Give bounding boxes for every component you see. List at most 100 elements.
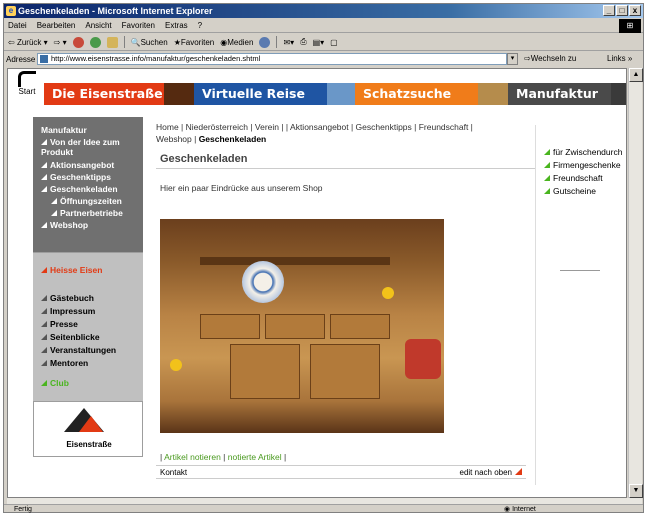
- breadcrumb[interactable]: Home | Niederösterreich | Verein | | Akt…: [156, 121, 476, 145]
- rc-fuer-zwischendurch[interactable]: für Zwischendurch: [544, 147, 622, 157]
- stop-icon[interactable]: [72, 36, 84, 48]
- nach-oben-link[interactable]: edit nach oben: [460, 466, 522, 479]
- banner-image-3: [478, 83, 508, 105]
- go-button[interactable]: ⇨Wechseln zu: [524, 54, 576, 63]
- discuss-icon[interactable]: ▢: [330, 38, 338, 47]
- cabinet-door-shape: [310, 344, 380, 399]
- minimize-button[interactable]: _: [603, 5, 615, 16]
- window-controls: _ □ x: [603, 5, 641, 16]
- edit-icon[interactable]: ▤▾: [313, 38, 325, 47]
- separator: |: [220, 452, 228, 462]
- start-logo[interactable]: Start: [10, 71, 44, 103]
- rc-label: Gutscheine: [553, 186, 596, 196]
- nav-label: Aktionsangebot: [50, 160, 115, 170]
- history-icon[interactable]: [259, 36, 271, 48]
- nav-gaestebuch[interactable]: Gästebuch: [41, 293, 94, 303]
- eisenstrasse-logo[interactable]: Eisenstraße: [33, 401, 143, 457]
- nav-mentoren[interactable]: Mentoren: [41, 358, 88, 368]
- nav-impressum[interactable]: Impressum: [41, 306, 95, 316]
- nav-label: Impressum: [50, 306, 96, 316]
- logo-text: Eisenstraße: [66, 440, 112, 449]
- mail-icon[interactable]: ✉▾: [283, 38, 294, 47]
- rc-freundschaft[interactable]: Freundschaft: [544, 173, 603, 183]
- vertical-scrollbar[interactable]: ▲ ▼: [628, 68, 643, 498]
- shelf-shape: [200, 257, 390, 265]
- nav-eisenstrasse[interactable]: Die Eisenstraße: [44, 83, 164, 105]
- rc-firmengeschenke[interactable]: Firmengeschenke: [544, 160, 621, 170]
- nav-von-der-idee[interactable]: Von der Idee zum Produkt: [41, 137, 139, 157]
- triangle-icon: [41, 334, 47, 340]
- triangle-icon: [41, 321, 47, 327]
- security-zone: ◉ Internet: [504, 506, 536, 513]
- search-button[interactable]: 🔍Suchen: [131, 38, 168, 47]
- nav-oeffnungszeiten[interactable]: Öffnungszeiten: [51, 196, 122, 206]
- nav-virtuelle-reise[interactable]: Virtuelle Reise: [194, 83, 327, 105]
- start-label: Start: [18, 87, 36, 96]
- club-label: Club: [50, 378, 69, 388]
- rc-gutscheine[interactable]: Gutscheine: [544, 186, 596, 196]
- artikel-notieren-link[interactable]: Artikel notieren: [164, 452, 221, 462]
- status-bar: Fertig ◉ Internet: [4, 504, 643, 513]
- address-dropdown-icon[interactable]: ▾: [507, 53, 518, 65]
- refresh-icon[interactable]: [89, 36, 101, 48]
- toolbar-separator: [276, 36, 278, 48]
- address-input[interactable]: http://www.eisenstrasse.info/manufaktur/…: [37, 53, 507, 65]
- triangle-icon: [41, 308, 47, 314]
- swirl-icon: [18, 71, 36, 87]
- menu-bearbeiten[interactable]: Bearbeiten: [37, 21, 76, 30]
- manufaktur-menu: Manufaktur Von der Idee zum Produkt Akti…: [33, 117, 143, 252]
- menu-extras[interactable]: Extras: [165, 21, 188, 30]
- plate-shape: [242, 261, 284, 303]
- triangle-icon: [41, 267, 47, 273]
- menu-datei[interactable]: Datei: [8, 21, 27, 30]
- close-button[interactable]: x: [629, 5, 641, 16]
- nav-label: Presse: [50, 319, 78, 329]
- nav-seitenblicke[interactable]: Seitenblicke: [41, 332, 100, 342]
- back-label: Zurück: [16, 37, 42, 47]
- nav-schatzsuche[interactable]: Schatzsuche: [355, 83, 478, 105]
- triangle-icon: [51, 210, 57, 216]
- nav-club[interactable]: Club: [41, 378, 69, 388]
- browser-window: e Geschenkeladen - Microsoft Internet Ex…: [3, 3, 644, 513]
- banner-image-1: [164, 83, 194, 105]
- separator: |: [281, 452, 287, 462]
- favorites-label: Favoriten: [180, 37, 215, 47]
- nav-presse[interactable]: Presse: [41, 319, 78, 329]
- forward-button[interactable]: ⇨ ▾: [54, 38, 67, 47]
- scroll-up-icon[interactable]: ▲: [629, 68, 643, 82]
- nav-label: Geschenktipps: [50, 172, 111, 182]
- menu-ansicht[interactable]: Ansicht: [85, 21, 111, 30]
- go-label: Wechseln zu: [530, 54, 577, 63]
- page-viewport: Start Die Eisenstraße Virtuelle Reise Sc…: [7, 68, 627, 498]
- triangle-icon: [41, 139, 47, 145]
- zone-label: Internet: [512, 506, 536, 513]
- home-icon[interactable]: [106, 36, 118, 48]
- maximize-button[interactable]: □: [616, 5, 628, 16]
- favorites-button[interactable]: ★Favoriten: [174, 38, 215, 47]
- search-label: Suchen: [140, 37, 168, 47]
- notierte-artikel-link[interactable]: notierte Artikel: [228, 452, 282, 462]
- menu-favoriten[interactable]: Favoriten: [122, 21, 155, 30]
- back-button[interactable]: ⇦ Zurück ▾: [8, 38, 48, 47]
- nav-label: Von der Idee zum Produkt: [41, 137, 120, 157]
- title-bar: e Geschenkeladen - Microsoft Internet Ex…: [4, 4, 643, 18]
- scroll-down-icon[interactable]: ▼: [629, 484, 643, 498]
- address-bar: Adresse http://www.eisenstrasse.info/man…: [4, 52, 643, 67]
- article-links: | Artikel notieren | notierte Artikel |: [160, 452, 286, 462]
- nav-geschenktipps[interactable]: Geschenktipps: [41, 172, 111, 182]
- nav-veranstaltungen[interactable]: Veranstaltungen: [41, 345, 116, 355]
- nav-geschenkeladen[interactable]: Geschenkeladen: [41, 184, 118, 194]
- nav-manufaktur[interactable]: Manufaktur: [508, 83, 611, 105]
- right-column: für Zwischendurch Firmengeschenke Freund…: [535, 125, 626, 485]
- media-button[interactable]: ◉Medien: [220, 38, 253, 47]
- kontakt-link[interactable]: Kontakt: [160, 466, 187, 479]
- menu-help[interactable]: ?: [198, 21, 202, 30]
- triangle-icon: [41, 380, 47, 386]
- address-label: Adresse: [6, 55, 36, 64]
- print-icon[interactable]: ⎙: [300, 37, 306, 47]
- nav-heisse-eisen[interactable]: Heisse Eisen: [41, 265, 102, 275]
- nav-webshop[interactable]: Webshop: [41, 220, 88, 230]
- nav-partnerbetriebe[interactable]: Partnerbetriebe: [51, 208, 123, 218]
- links-button[interactable]: Links »: [607, 54, 632, 63]
- nav-aktionsangebot[interactable]: Aktionsangebot: [41, 160, 114, 170]
